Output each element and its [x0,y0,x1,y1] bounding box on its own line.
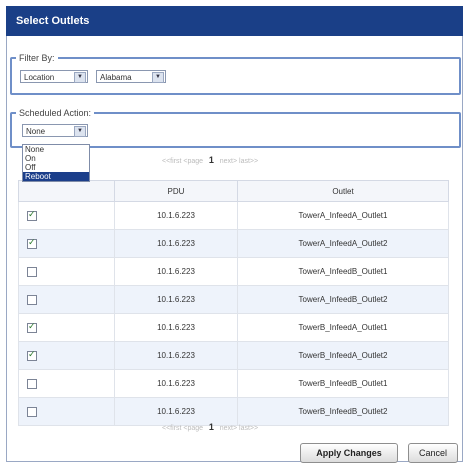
pager-next-links[interactable]: next> last>> [220,425,258,432]
dialog-title-bar: Select Outlets [6,6,463,37]
table-row: 10.1.6.223 TowerA_InfeedB_Outlet2 [18,285,449,314]
outlet-checkbox[interactable] [27,266,37,277]
scheduled-action-legend: Scheduled Action: [19,108,92,118]
pager-bottom: <<first <page 1 next> last>> [162,422,258,432]
scheduled-action-value: None [26,127,46,136]
pdu-cell: 10.1.6.223 [114,341,238,370]
select-cell [18,229,115,258]
table-row: 10.1.6.223TowerB_InfeedA_Outlet2 [18,341,449,370]
outlet-cell: TowerB_InfeedA_Outlet1 [237,313,449,342]
dropdown-option-none[interactable]: None [23,145,89,154]
select-cell [18,257,115,286]
select-cell [18,397,115,426]
column-header-select [18,180,115,202]
pdu-cell: 10.1.6.223 [114,285,238,314]
pager-prev-links[interactable]: <<first <page [162,425,203,432]
select-cell [18,285,115,314]
scheduled-action-dropdown: None On Off Reboot [22,144,90,182]
location-value: Alabama [100,73,132,82]
chevron-down-icon: ▼ [74,72,86,83]
outlet-cell: TowerB_InfeedB_Outlet1 [237,369,449,398]
chevron-down-icon: ▼ [152,72,164,83]
filter-field-select[interactable]: Location ▼ [20,70,88,83]
outlet-checkbox[interactable] [27,406,37,417]
pager-prev-links[interactable]: <<first <page [162,158,203,165]
outlet-checkbox[interactable] [27,378,37,389]
column-header-pdu: PDU [114,180,238,202]
table-row: 10.1.6.223 TowerB_InfeedB_Outlet1 [18,369,449,398]
outlets-table: PDU Outlet 10.1.6.223TowerA_InfeedA_Outl… [18,180,449,426]
table-header: PDU Outlet [18,180,449,202]
cancel-button[interactable]: Cancel [408,443,458,463]
table-row: 10.1.6.223TowerA_InfeedA_Outlet1 [18,201,449,230]
column-header-outlet: Outlet [237,180,449,202]
pager-top: <<first <page 1 next> last>> [162,155,258,165]
pager-next-links[interactable]: next> last>> [220,158,258,165]
select-cell [18,313,115,342]
pdu-cell: 10.1.6.223 [114,369,238,398]
filter-field-value: Location [24,73,55,82]
outlet-checkbox[interactable] [27,237,37,249]
outlet-checkbox[interactable] [27,321,37,333]
select-cell [18,201,115,230]
table-row: 10.1.6.223TowerB_InfeedA_Outlet1 [18,313,449,342]
outlet-cell: TowerA_InfeedB_Outlet2 [237,285,449,314]
pdu-cell: 10.1.6.223 [114,201,238,230]
outlet-checkbox[interactable] [27,209,37,221]
table-row: 10.1.6.223 TowerA_InfeedB_Outlet1 [18,257,449,286]
pdu-cell: 10.1.6.223 [114,313,238,342]
outlet-cell: TowerB_InfeedB_Outlet2 [237,397,449,426]
pdu-cell: 10.1.6.223 [114,257,238,286]
pdu-cell: 10.1.6.223 [114,229,238,258]
outlet-cell: TowerA_InfeedA_Outlet2 [237,229,449,258]
apply-changes-button[interactable]: Apply Changes [300,443,398,463]
table-row: 10.1.6.223TowerA_InfeedA_Outlet2 [18,229,449,258]
outlet-cell: TowerB_InfeedA_Outlet2 [237,341,449,370]
pager-current-page: 1 [208,422,214,432]
dialog-title: Select Outlets [16,15,90,27]
chevron-down-icon: ▼ [74,126,86,137]
dropdown-option-on[interactable]: On [23,154,89,163]
select-cell [18,341,115,370]
dropdown-option-reboot[interactable]: Reboot [23,172,89,181]
scheduled-action-select[interactable]: None ▼ [22,124,88,137]
dropdown-option-off[interactable]: Off [23,163,89,172]
location-select[interactable]: Alabama ▼ [96,70,166,83]
outlet-checkbox[interactable] [27,294,37,305]
select-cell [18,369,115,398]
outlet-cell: TowerA_InfeedB_Outlet1 [237,257,449,286]
outlet-cell: TowerA_InfeedA_Outlet1 [237,201,449,230]
filter-legend: Filter By: [19,53,55,63]
outlet-checkbox[interactable] [27,349,37,361]
pager-current-page: 1 [208,155,214,165]
